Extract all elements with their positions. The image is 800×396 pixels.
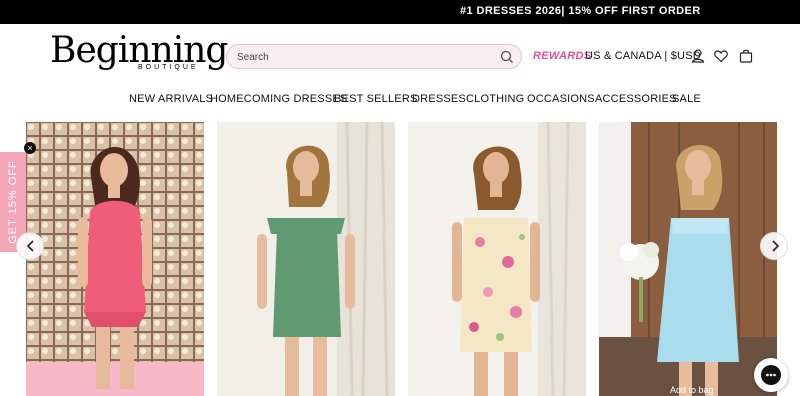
chat-widget-button[interactable] <box>754 358 788 392</box>
product-image-blue-dress <box>599 122 777 396</box>
nav-clothing[interactable]: CLOTHING <box>466 93 524 105</box>
main-navigation: NEW ARRIVALS HOMECOMING DRESSES BEST SEL… <box>0 93 800 107</box>
product-card-floral-dress[interactable] <box>408 122 586 396</box>
product-image-green-dress <box>217 122 395 396</box>
add-to-bag-button[interactable]: Add to bag <box>670 385 714 395</box>
search-input[interactable] <box>237 49 487 65</box>
region-currency-selector[interactable]: US & CANADA | $USD <box>585 50 701 62</box>
product-image-floral-dress <box>408 122 586 396</box>
search-bar <box>226 44 522 69</box>
carousel-prev-button[interactable] <box>16 232 44 260</box>
promo-tab-label: GET 15% OFF <box>7 160 19 244</box>
nav-sale[interactable]: SALE <box>672 93 701 105</box>
search-icon[interactable] <box>499 49 515 65</box>
brand-logo[interactable]: Beginning BOUTIQUE <box>50 30 228 76</box>
product-card-blue-dress[interactable] <box>599 122 777 396</box>
wishlist-heart-icon[interactable] <box>713 48 729 64</box>
chevron-left-icon <box>26 240 34 252</box>
nav-homecoming-dresses[interactable]: HOMECOMING DRESSES <box>210 93 347 105</box>
announcement-bar: #1 DRESSES 2026| 15% OFF FIRST ORDER <box>0 0 800 24</box>
carousel-next-button[interactable] <box>760 232 788 260</box>
close-icon[interactable]: × <box>24 142 36 154</box>
announcement-text: #1 DRESSES 2026| 15% OFF FIRST ORDER <box>460 5 701 17</box>
nav-occasions[interactable]: OCCASIONS <box>527 93 595 105</box>
rewards-link[interactable]: REWARDS <box>533 50 591 62</box>
nav-dresses[interactable]: DRESSES <box>412 93 466 105</box>
chat-icon <box>761 365 781 385</box>
product-card-pink-dress[interactable] <box>26 122 204 396</box>
nav-best-sellers[interactable]: BEST SELLERS <box>334 93 418 105</box>
nav-new-arrivals[interactable]: NEW ARRIVALS <box>129 93 213 105</box>
logo-subtitle: BOUTIQUE <box>138 64 199 71</box>
chevron-right-icon <box>772 240 780 252</box>
product-card-green-dress[interactable] <box>217 122 395 396</box>
nav-accessories[interactable]: ACCESSORIES <box>595 93 677 105</box>
cart-bag-icon[interactable] <box>738 48 754 64</box>
product-image-pink-dress <box>26 122 204 396</box>
account-icon[interactable] <box>690 48 706 64</box>
